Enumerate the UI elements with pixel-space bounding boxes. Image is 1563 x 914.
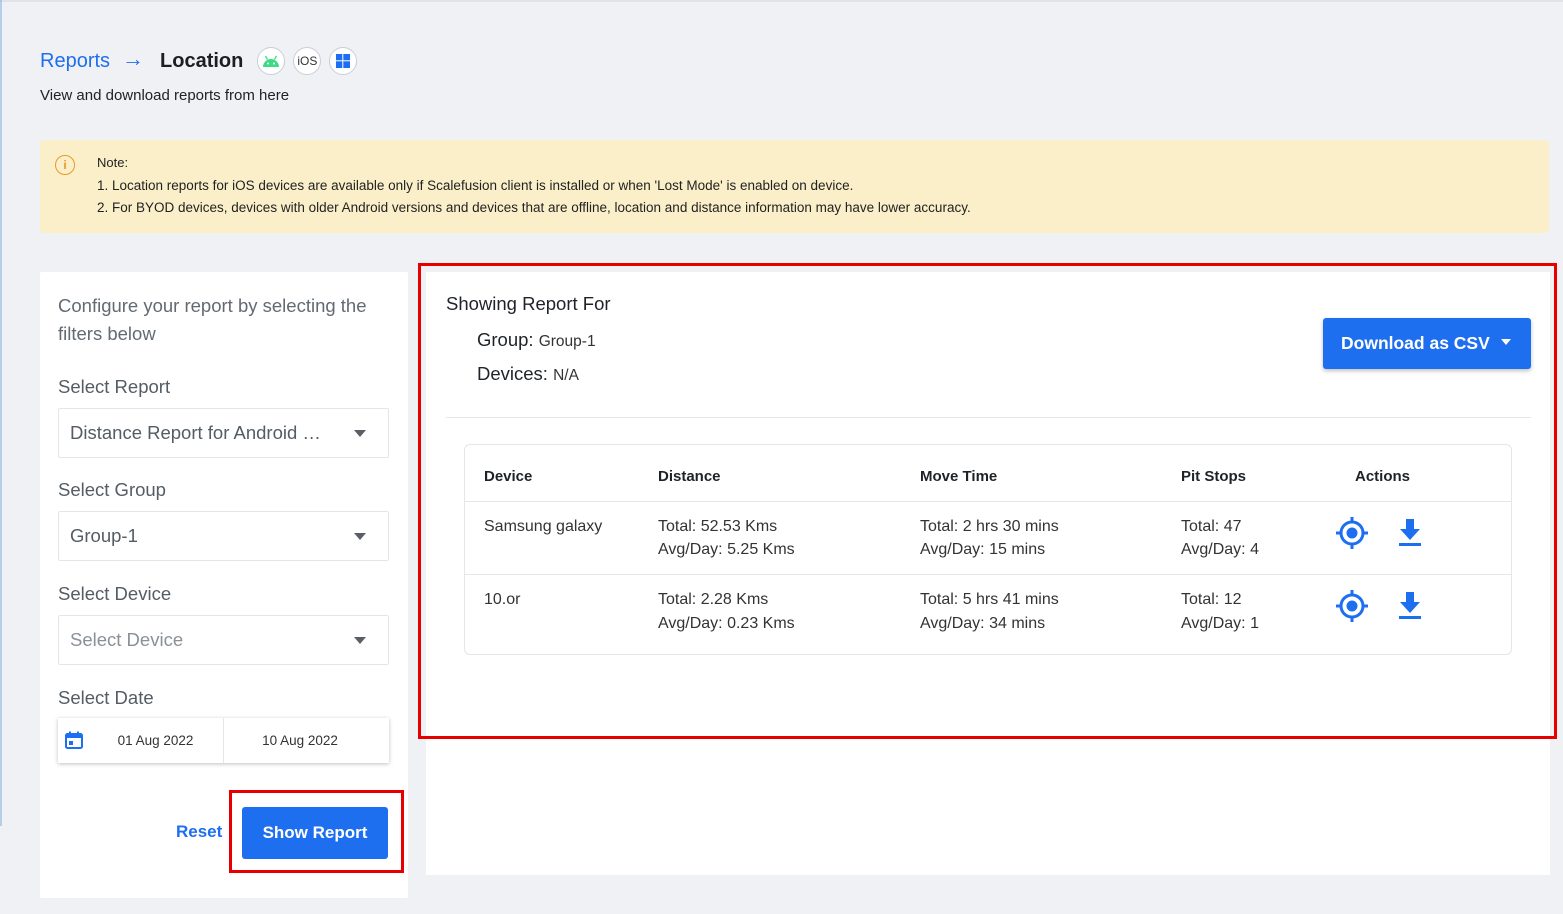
select-device-placeholder: Select Device [70,629,184,650]
download-icon[interactable] [1393,589,1427,623]
report-heading: Showing Report For [446,293,611,314]
left-border [0,0,2,826]
move-time-avg: Avg/Day: 15 mins [920,541,1046,558]
select-date-label: Select Date [58,687,154,708]
arrow-right-icon: → [122,46,145,71]
select-report-label: Select Report [58,376,171,397]
select-device-dropdown[interactable]: Select Device [58,615,389,665]
devices-key: Devices: [477,363,548,384]
group-value: Group-1 [538,333,596,350]
pit-stops-total: Total: 12 [1181,591,1242,608]
select-group-label: Select Group [58,479,166,500]
breadcrumb: Reports → Location iOS [40,44,358,78]
row-divider [465,574,1511,575]
column-header-distance: Distance [658,468,721,485]
select-report-dropdown[interactable]: Distance Report for Android Devices [58,408,389,458]
android-icon [257,47,286,75]
config-heading: Configure your report by selecting the f… [58,295,367,344]
select-group-value: Group-1 [70,525,138,546]
report-panel: Showing Report For Group: Group-1 Device… [426,272,1550,875]
report-group-meta: Group: Group-1 [477,329,596,351]
column-header-actions: Actions [1355,468,1411,485]
locate-icon[interactable] [1335,589,1369,623]
download-csv-button[interactable]: Download as CSV [1323,318,1531,369]
breadcrumb-reports-link[interactable]: Reports [40,50,110,73]
caret-down-icon [354,533,366,540]
column-header-pit-stops: Pit Stops [1181,468,1247,485]
download-icon[interactable] [1393,516,1427,550]
caret-down-icon [1501,339,1511,345]
distance-avg: Avg/Day: 0.23 Kms [658,615,795,632]
distance-total: Total: 2.28 Kms [658,591,769,608]
top-border [0,0,1563,2]
pit-stops-total: Total: 47 [1181,518,1242,535]
show-report-button[interactable]: Show Report [242,807,388,859]
reset-button[interactable]: Reset [176,822,222,842]
pit-stops-avg: Avg/Day: 4 [1181,541,1259,558]
note-line-2: 2. For BYOD devices, devices with older … [97,200,971,215]
caret-down-icon [354,430,366,437]
column-header-move-time: Move Time [920,468,998,485]
download-csv-label: Download as CSV [1341,333,1490,353]
devices-value: N/A [553,367,579,384]
note-title: Note: [97,155,129,170]
windows-icon [329,47,358,75]
device-name: 10.or [484,591,521,608]
calendar-icon [65,731,83,749]
pit-stops-avg: Avg/Day: 1 [1181,615,1259,632]
move-time-total: Total: 2 hrs 30 mins [920,518,1059,535]
select-report-value: Distance Report for Android Devices [70,422,332,443]
caret-down-icon [354,637,366,644]
ios-icon: iOS [293,47,322,75]
report-config-panel: Configure your report by selecting the f… [40,272,408,898]
column-header-device: Device [484,468,533,485]
page-title: Location [160,49,244,72]
distance-avg: Avg/Day: 5.25 Kms [658,541,795,558]
report-devices-meta: Devices: N/A [477,363,579,385]
info-icon: i [55,155,75,175]
select-group-dropdown[interactable]: Group-1 [58,511,389,561]
select-device-label: Select Device [58,583,172,604]
date-to[interactable]: 10 Aug 2022 [224,718,376,763]
group-key: Group: [477,329,534,350]
note-banner: i Note: 1. Location reports for iOS devi… [40,140,1549,233]
move-time-total: Total: 5 hrs 41 mins [920,591,1059,608]
divider [446,417,1531,418]
date-range-picker[interactable]: 01 Aug 2022 10 Aug 2022 [58,718,389,763]
row-divider [465,501,1511,502]
locate-icon[interactable] [1335,516,1369,550]
page-subtitle: View and download reports from here [40,87,290,104]
date-from[interactable]: 01 Aug 2022 [88,718,223,763]
note-line-1: 1. Location reports for iOS devices are … [97,178,854,193]
distance-total: Total: 52.53 Kms [658,518,778,535]
move-time-avg: Avg/Day: 34 mins [920,615,1046,632]
report-table: Device Distance Move Time Pit Stops Acti… [464,444,1512,655]
device-name: Samsung galaxy [484,518,603,535]
